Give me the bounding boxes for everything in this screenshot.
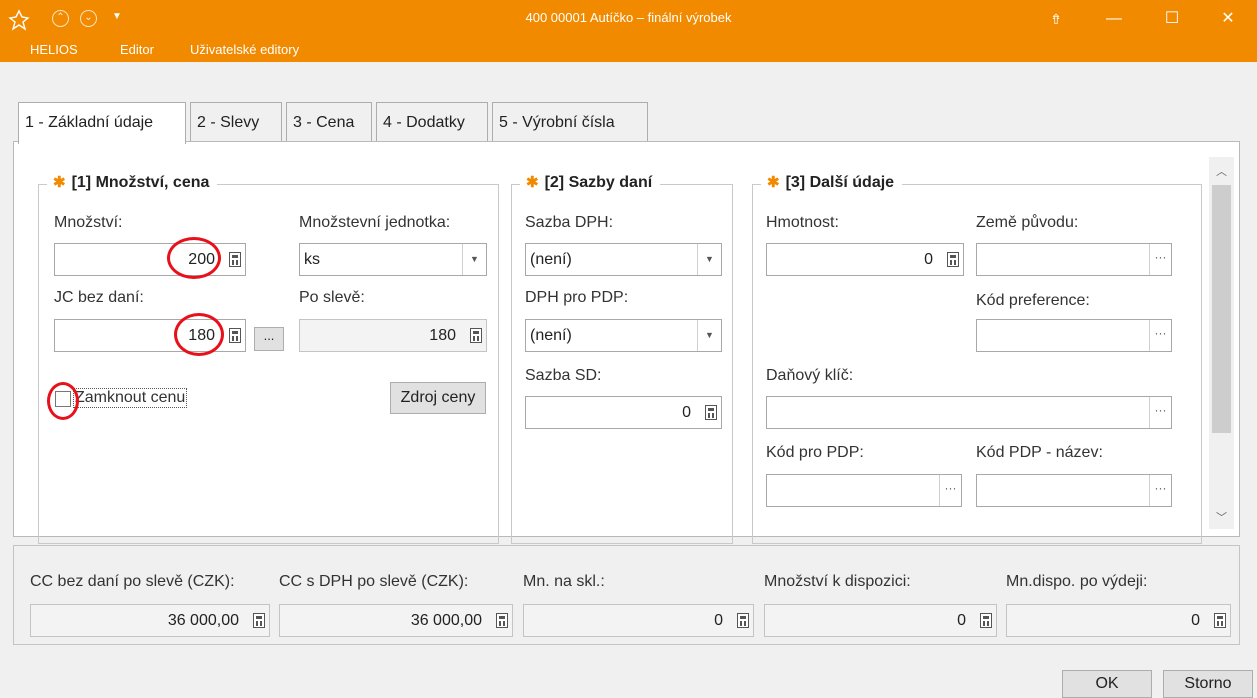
- kod-pdp-nazev-field[interactable]: ···: [976, 474, 1172, 507]
- star-icon: ✱: [526, 174, 539, 191]
- mnozstvi-k-dispozici-label: Množství k dispozici:: [764, 573, 911, 590]
- annotation-circle: [174, 313, 224, 356]
- hmotnost-field[interactable]: 0: [766, 243, 964, 276]
- close-button[interactable]: ✕: [1199, 0, 1257, 38]
- mn-dispo-po-vydeji-label: Mn.dispo. po výdeji:: [1006, 573, 1148, 590]
- ellipsis-icon[interactable]: ···: [1149, 475, 1171, 506]
- ellipsis-icon[interactable]: ···: [1149, 320, 1171, 351]
- kod-preference-field[interactable]: ···: [976, 319, 1172, 352]
- cc-bez-dani-field: 36 000,00: [30, 604, 270, 637]
- storno-button[interactable]: Storno: [1163, 670, 1253, 698]
- calculator-icon: [737, 613, 749, 628]
- menu-editor[interactable]: Editor: [120, 42, 154, 57]
- ellipsis-icon[interactable]: ···: [939, 475, 961, 506]
- kod-pro-pdp-label: Kód pro PDP:: [766, 444, 864, 461]
- group-title: [3] Další údaje: [785, 174, 895, 191]
- sazba-dph-label: Sazba DPH:: [525, 214, 614, 231]
- tab-dodatky[interactable]: 4 - Dodatky: [376, 102, 488, 142]
- mn-na-skl-field: 0: [523, 604, 754, 637]
- menu-helios[interactable]: HELIOS: [30, 42, 78, 57]
- star-icon: ✱: [53, 174, 66, 191]
- cc-s-dph-field: 36 000,00: [279, 604, 513, 637]
- jc-bez-dani-label: JC bez daní:: [54, 289, 144, 306]
- hmotnost-label: Hmotnost:: [766, 214, 839, 231]
- chevron-down-icon[interactable]: ▼: [462, 244, 486, 275]
- tab-cena[interactable]: 3 - Cena: [286, 102, 372, 142]
- scroll-down-icon[interactable]: ﹀: [1209, 509, 1234, 525]
- mn-na-skl-label: Mn. na skl.:: [523, 573, 605, 590]
- ok-button[interactable]: OK: [1062, 670, 1152, 698]
- calculator-icon: [496, 613, 508, 628]
- dph-pdp-label: DPH pro PDP:: [525, 289, 629, 306]
- sazba-sd-label: Sazba SD:: [525, 367, 602, 384]
- zeme-puvodu-label: Země původu:: [976, 214, 1079, 231]
- tab-zakladni-udaje[interactable]: 1 - Základní údaje: [18, 102, 186, 144]
- calculator-icon: [980, 613, 992, 628]
- jednotka-select[interactable]: ks ▼: [299, 243, 487, 276]
- ellipsis-icon[interactable]: ···: [1149, 397, 1171, 428]
- annotation-circle: [167, 237, 221, 279]
- group-sazby-dani: ✱ [2] Sazby daní: [511, 173, 733, 544]
- main-panel: ✱ [1] Množství, cena Množství: 200 Množst…: [13, 141, 1240, 544]
- zdroj-ceny-button[interactable]: Zdroj ceny: [390, 382, 486, 414]
- chevron-down-icon[interactable]: ▼: [697, 320, 721, 351]
- calculator-icon[interactable]: [947, 252, 959, 267]
- group-title: [2] Sazby daní: [544, 174, 653, 191]
- mnozstvi-k-dispozici-field: 0: [764, 604, 997, 637]
- cc-s-dph-label: CC s DPH po slevě (CZK):: [279, 573, 469, 590]
- danovy-klic-field[interactable]: ···: [766, 396, 1172, 429]
- jednotka-label: Množstevní jednotka:: [299, 214, 451, 231]
- ellipsis-icon[interactable]: ···: [1149, 244, 1171, 275]
- maximize-button[interactable]: ☐: [1143, 0, 1201, 38]
- scroll-thumb[interactable]: [1212, 185, 1231, 433]
- cc-bez-dani-label: CC bez daní po slevě (CZK):: [30, 573, 235, 590]
- tab-slevy[interactable]: 2 - Slevy: [190, 102, 282, 142]
- tab-vyrobni-cisla[interactable]: 5 - Výrobní čísla: [492, 102, 648, 142]
- calculator-icon[interactable]: [229, 328, 241, 343]
- po-sleve-label: Po slevě:: [299, 289, 365, 306]
- mn-dispo-po-vydeji-field: 0: [1006, 604, 1231, 637]
- group-mnozstvi-cena: ✱ [1] Množství, cena: [38, 173, 499, 544]
- restore-up-icon[interactable]: ⇮: [1027, 0, 1085, 38]
- sazba-dph-select[interactable]: (není) ▼: [525, 243, 722, 276]
- calculator-icon[interactable]: [705, 405, 717, 420]
- kod-pdp-nazev-label: Kód PDP - název:: [976, 444, 1103, 461]
- menu-user-editors[interactable]: Uživatelské editory: [190, 42, 299, 57]
- danovy-klic-label: Daňový klíč:: [766, 367, 854, 384]
- zamknout-cenu-label[interactable]: Zamknout cenu: [73, 388, 188, 408]
- title-bar: ⌃ ⌄ ▼ 400 00001 Autíčko – finální výrobe…: [0, 0, 1257, 62]
- zeme-puvodu-field[interactable]: ···: [976, 243, 1172, 276]
- mnozstvi-label: Množství:: [54, 214, 123, 231]
- calculator-icon: [253, 613, 265, 628]
- calculator-icon: [1214, 613, 1226, 628]
- star-icon: ✱: [767, 174, 780, 191]
- annotation-circle: [47, 382, 79, 420]
- scroll-up-icon[interactable]: ︿: [1209, 163, 1234, 179]
- minimize-button[interactable]: —: [1085, 0, 1143, 38]
- kod-preference-label: Kód preference:: [976, 292, 1090, 309]
- vertical-scrollbar[interactable]: ︿ ﹀: [1209, 157, 1234, 529]
- po-sleve-field: 180: [299, 319, 487, 352]
- sazba-sd-field[interactable]: 0: [525, 396, 722, 429]
- group-title: [1] Množství, cena: [71, 174, 210, 191]
- calculator-icon: [470, 328, 482, 343]
- chevron-down-icon[interactable]: ▼: [697, 244, 721, 275]
- kod-pro-pdp-field[interactable]: ···: [766, 474, 962, 507]
- dph-pdp-select[interactable]: (není) ▼: [525, 319, 722, 352]
- calculator-icon[interactable]: [229, 252, 241, 267]
- menu-bar: HELIOS Editor Uživatelské editory: [0, 38, 1257, 62]
- price-ellipsis-button[interactable]: ...: [254, 327, 284, 351]
